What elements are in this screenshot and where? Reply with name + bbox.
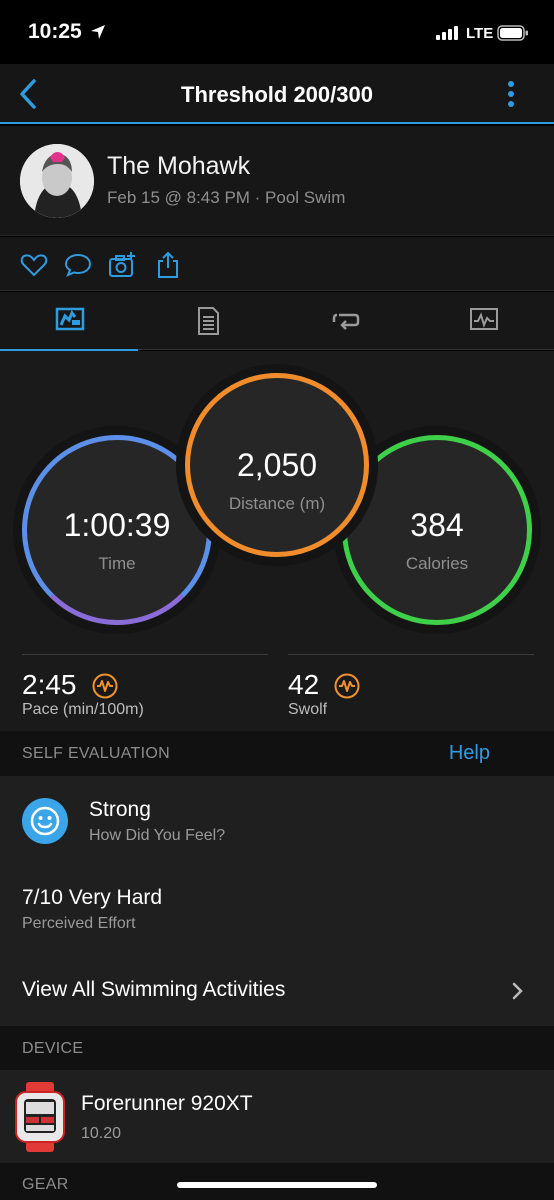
distance-value: 2,050 (236, 447, 318, 483)
heart-icon[interactable] (20, 251, 48, 279)
chart-icon (470, 308, 498, 330)
navigation-bar: Threshold 200/300 (0, 64, 554, 124)
distance-ring: 2,050 Distance (m) (185, 373, 369, 557)
swolf-stat: 42 Swolf (288, 654, 534, 724)
time-label: Time (98, 554, 136, 573)
calories-ring: 384 Calories (342, 435, 532, 625)
time-ring: 1:00:39 Time (22, 435, 212, 625)
activity-pulse-icon (334, 673, 360, 699)
swolf-label: Swolf (288, 701, 328, 718)
chevron-right-icon (512, 982, 523, 1000)
pace-stat: 2:45 Pace (min/100m) (22, 654, 268, 724)
activity-header: The Mohawk Feb 15 @ 8:43 PM · Pool Swim (0, 126, 554, 236)
summary-rings: 1:00:39 Time 384 Calories 2,050 Distance… (0, 351, 554, 641)
self-evaluation-card: Strong How Did You Feel? 7/10 Very Hard … (0, 776, 554, 1026)
effort-label: Perceived Effort (22, 915, 136, 932)
status-bar: 10:25 LTE (0, 0, 554, 64)
user-name[interactable]: The Mohawk (107, 152, 250, 181)
network-type: LTE (466, 25, 494, 42)
watch-image (15, 1082, 65, 1152)
summary-icon (55, 307, 85, 331)
home-indicator[interactable] (177, 1182, 377, 1188)
calories-value: 384 (410, 507, 464, 543)
view-all-label: View All Swimming Activities (22, 978, 286, 1001)
tab-details[interactable] (138, 292, 276, 350)
signal-bars-icon (436, 26, 458, 40)
effort-value[interactable]: 7/10 Very Hard (22, 886, 162, 910)
self-evaluation-header: SELF EVALUATION Help (0, 731, 554, 777)
page-title: Threshold 200/300 (181, 82, 373, 107)
tab-summary[interactable] (0, 292, 138, 351)
activity-pulse-icon (92, 673, 118, 699)
device-version: 10.20 (81, 1125, 122, 1142)
feel-value[interactable]: Strong (89, 798, 151, 822)
avatar[interactable] (20, 144, 94, 218)
view-all-swimming-row[interactable]: View All Swimming Activities (0, 958, 554, 1018)
pace-value: 2:45 (22, 669, 77, 700)
section-label: SELF EVALUATION (22, 745, 170, 762)
section-label: GEAR (22, 1176, 69, 1193)
section-label: DEVICE (22, 1040, 84, 1057)
action-bar (0, 237, 554, 291)
activity-meta: Feb 15 @ 8:43 PM · Pool Swim (107, 188, 346, 207)
device-header: DEVICE (0, 1026, 554, 1070)
help-link[interactable]: Help (449, 742, 490, 765)
avatar-portrait (20, 144, 94, 218)
tab-charts[interactable] (414, 292, 552, 350)
stats-row: 2:45 Pace (min/100m) 42 Swolf (0, 641, 554, 731)
laps-icon (332, 313, 360, 330)
time-value: 1:00:39 (63, 507, 171, 543)
feel-label: How Did You Feel? (89, 827, 226, 844)
calories-label: Calories (405, 554, 469, 573)
status-time: 10:25 (28, 20, 82, 43)
share-icon[interactable] (154, 251, 182, 279)
add-photo-icon[interactable] (108, 251, 136, 279)
swolf-value: 42 (288, 669, 320, 700)
distance-label: Distance (m) (228, 494, 326, 513)
more-options-icon[interactable] (500, 78, 522, 110)
device-name: Forerunner 920XT (81, 1092, 253, 1115)
location-arrow-icon (91, 25, 105, 39)
pace-label: Pace (min/100m) (22, 701, 144, 718)
tab-laps[interactable] (276, 292, 414, 350)
battery-icon (497, 25, 528, 41)
device-row[interactable]: Forerunner 920XT 10.20 (0, 1070, 554, 1163)
smiley-face-icon (22, 798, 68, 844)
comment-icon[interactable] (64, 251, 92, 279)
activity-tabs (0, 292, 554, 351)
details-icon (198, 307, 219, 335)
